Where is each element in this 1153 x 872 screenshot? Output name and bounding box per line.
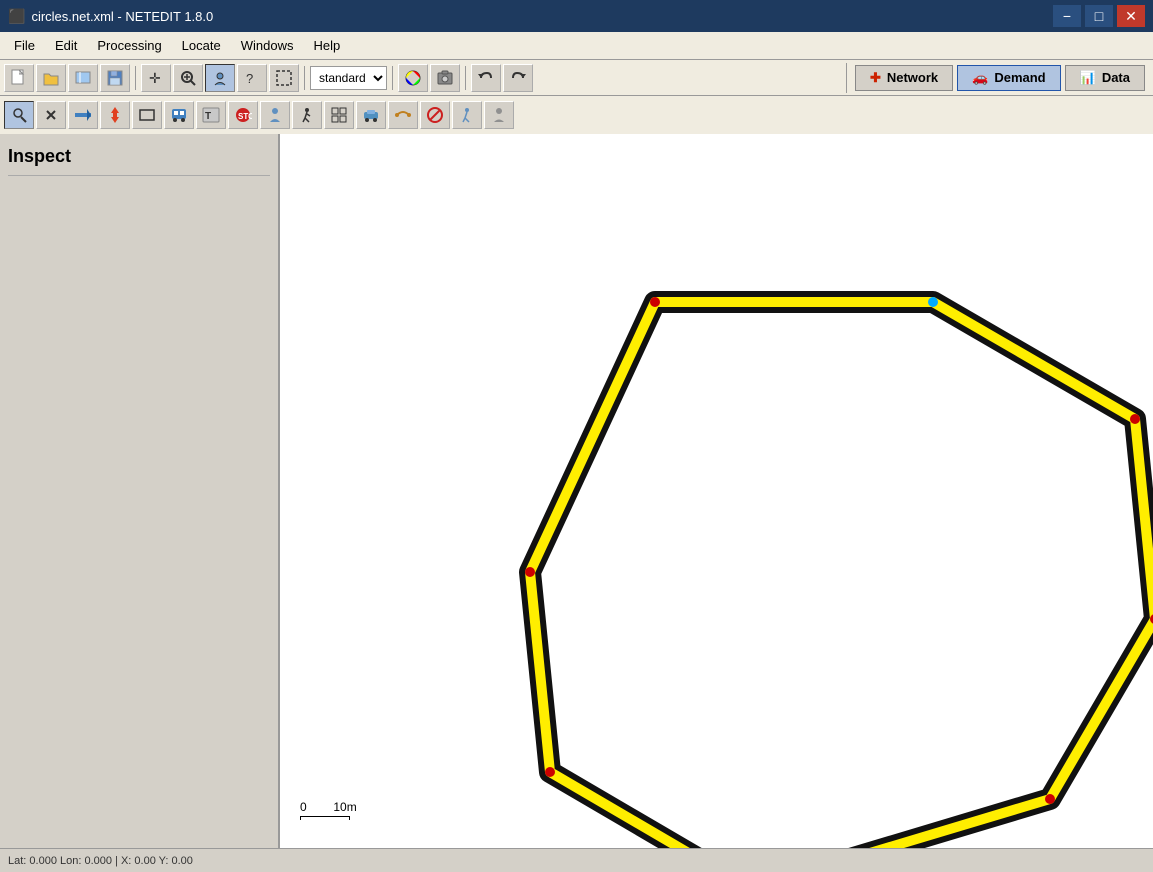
titlebar-controls: − □ ✕ (1053, 5, 1145, 27)
person-mode-btn[interactable] (260, 101, 290, 129)
color-button[interactable] (398, 64, 428, 92)
select-btn[interactable] (269, 64, 299, 92)
main-layout: Inspect (0, 134, 1153, 870)
scalebar-label: 10m (333, 800, 356, 814)
sep-2 (304, 66, 305, 90)
load-additionals-button[interactable] (68, 64, 98, 92)
status-text: Lat: 0.000 Lon: 0.000 | X: 0.00 Y: 0.00 (8, 855, 193, 867)
titlebar: ⬛ circles.net.xml - NETEDIT 1.8.0 − □ ✕ (0, 0, 1153, 32)
sidebar-title: Inspect (8, 142, 270, 176)
svg-text:?: ? (246, 71, 253, 86)
header: File Edit Processing Locate Windows Help (0, 32, 1153, 134)
scalebar-text: 0 10m (300, 800, 357, 814)
delete-mode-btn[interactable] (36, 101, 66, 129)
network-tab-label: Network (887, 70, 938, 85)
demand-tab[interactable]: 🚗 Demand (957, 65, 1060, 91)
sidebar: Inspect (0, 134, 280, 870)
network-tab[interactable]: ✚ Network (855, 65, 953, 91)
network-canvas (280, 134, 1153, 870)
data-tab-label: Data (1102, 70, 1130, 85)
statusbar: Lat: 0.000 Lon: 0.000 | X: 0.00 Y: 0.00 (0, 848, 1153, 872)
network-icon: ✚ (870, 70, 881, 86)
data-tab[interactable]: 📊 Data (1065, 65, 1145, 91)
open-button[interactable] (36, 64, 66, 92)
close-button[interactable]: ✕ (1117, 5, 1145, 27)
menubar: File Edit Processing Locate Windows Help (0, 32, 1153, 60)
sep-3 (392, 66, 393, 90)
new-button[interactable] (4, 64, 34, 92)
app-icon: ⬛ (8, 8, 25, 25)
view-select[interactable]: standard simple (310, 66, 387, 90)
menu-file[interactable]: File (4, 34, 45, 57)
svg-text:STO: STO (238, 112, 252, 121)
scalebar-line (300, 816, 350, 820)
titlebar-left: ⬛ circles.net.xml - NETEDIT 1.8.0 (8, 8, 213, 25)
move-mode-btn[interactable] (100, 101, 130, 129)
rect-mode-btn[interactable] (132, 101, 162, 129)
menu-edit[interactable]: Edit (45, 34, 87, 57)
svg-text:T: T (205, 111, 211, 122)
scalebar-zero: 0 (300, 800, 307, 814)
minimize-button[interactable]: − (1053, 5, 1081, 27)
canvas-area[interactable]: 0 10m (280, 134, 1153, 870)
bus-mode-btn[interactable] (164, 101, 194, 129)
demand-tab-label: Demand (994, 70, 1045, 85)
data-icon: 📊 (1080, 70, 1096, 86)
menu-windows[interactable]: Windows (231, 34, 304, 57)
walk-mode-btn[interactable] (292, 101, 322, 129)
container-mode-btn[interactable] (484, 101, 514, 129)
connect-mode-btn[interactable] (388, 101, 418, 129)
type-mode-btn[interactable]: T (196, 101, 226, 129)
inspect-btn[interactable] (205, 64, 235, 92)
stop-mode-btn[interactable]: STO (228, 101, 258, 129)
toolbar-section: ✛ ? standard simple (0, 62, 846, 94)
mode-tabs-section: ✚ Network 🚗 Demand 📊 Data (846, 63, 1153, 93)
car-mode-btn[interactable] (356, 101, 386, 129)
header-top: ✛ ? standard simple (0, 60, 1153, 96)
app-title: circles.net.xml - NETEDIT 1.8.0 (31, 9, 213, 24)
walk2-mode-btn[interactable] (452, 101, 482, 129)
undo-button[interactable] (471, 64, 501, 92)
scalebar: 0 10m (300, 800, 357, 820)
edge-mode-btn[interactable] (68, 101, 98, 129)
sep-1 (135, 66, 136, 90)
save-button[interactable] (100, 64, 130, 92)
maximize-button[interactable]: □ (1085, 5, 1113, 27)
grid-mode-btn[interactable] (324, 101, 354, 129)
menu-processing[interactable]: Processing (87, 34, 171, 57)
screenshot-button[interactable] (430, 64, 460, 92)
move-view-button[interactable]: ✛ (141, 64, 171, 92)
zoom-button[interactable] (173, 64, 203, 92)
scalebar-ruler (300, 816, 357, 820)
redo-button[interactable] (503, 64, 533, 92)
svg-text:✛: ✛ (149, 70, 161, 86)
header-bottom: T STO (0, 96, 1153, 134)
prohibit-mode-btn[interactable] (420, 101, 450, 129)
sep-4 (465, 66, 466, 90)
delete-btn[interactable]: ? (237, 64, 267, 92)
demand-icon: 🚗 (972, 70, 988, 86)
inspect-mode-btn[interactable] (4, 101, 34, 129)
menu-help[interactable]: Help (303, 34, 350, 57)
menu-locate[interactable]: Locate (172, 34, 231, 57)
